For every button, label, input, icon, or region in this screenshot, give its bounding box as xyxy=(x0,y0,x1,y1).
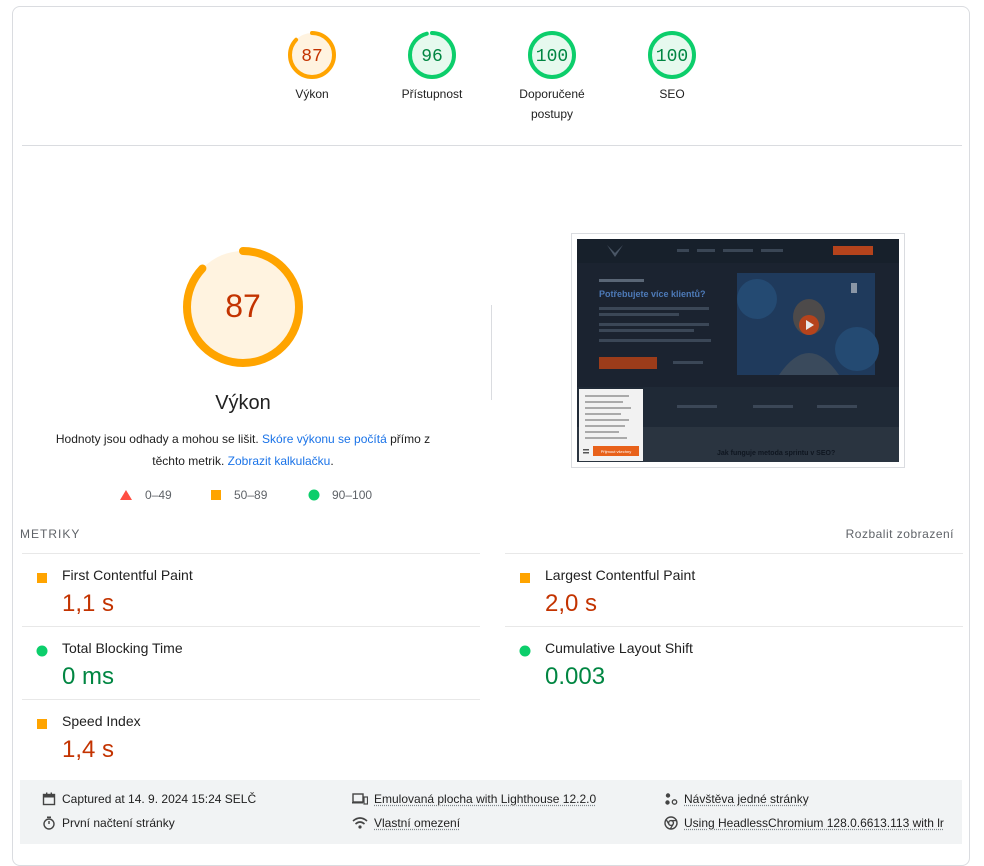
stopwatch-icon xyxy=(43,816,55,830)
category-gauge-performance[interactable]: 87 Výkon xyxy=(252,30,372,104)
performance-gauge-score: 87 xyxy=(225,288,261,324)
square-icon xyxy=(519,571,531,589)
legend-fail-label: 0–49 xyxy=(145,488,172,502)
expand-view-toggle[interactable]: Rozbalit zobrazení xyxy=(846,527,954,541)
network-throttling[interactable]: Vlastní omezení xyxy=(352,816,460,830)
network-throttling-text: Vlastní omezení xyxy=(374,816,461,830)
single-visit[interactable]: Návštěva jedné stránky xyxy=(664,792,809,806)
category-gauge-label: Přístupnost xyxy=(401,87,463,101)
legend-pass-label: 90–100 xyxy=(332,488,373,502)
metric-value: 1,4 s xyxy=(62,736,115,763)
metric-largest-contentful-paint[interactable]: Largest Contentful Paint 2,0 s xyxy=(505,553,963,627)
emulated-device[interactable]: Emulovaná plocha with Lighthouse 12.2.0 xyxy=(352,792,596,806)
triangle-icon xyxy=(120,490,132,500)
metric-name: Speed Index xyxy=(62,713,141,729)
screenshot-bottom-text: Jak funguje metoda sprintu v SEO? xyxy=(717,450,835,457)
performance-gauge[interactable]: 87 xyxy=(180,244,306,370)
category-gauge-label: Doporučené postupy xyxy=(519,87,585,121)
description-text-3: . xyxy=(330,454,334,468)
category-gauge-score: 100 xyxy=(536,47,568,67)
metric-speed-index[interactable]: Speed Index 1,4 s xyxy=(22,699,480,773)
category-gauge-ring: 87 xyxy=(288,31,336,79)
circle-icon xyxy=(36,644,48,662)
circle-icon xyxy=(308,489,320,501)
category-gauge-ring: 96 xyxy=(408,31,456,79)
category-gauge-ring: 100 xyxy=(528,31,576,79)
metric-cumulative-layout-shift[interactable]: Cumulative Layout Shift 0.003 xyxy=(505,626,963,700)
section-separator xyxy=(491,305,492,400)
nodes-icon xyxy=(665,793,678,805)
legend-average-label: 50–89 xyxy=(234,488,268,502)
legend-fail: 0–49 xyxy=(119,488,172,502)
category-gauge-score: 87 xyxy=(301,47,323,67)
metric-value: 0 ms xyxy=(62,663,115,690)
metric-name: Largest Contentful Paint xyxy=(545,567,696,583)
metric-total-blocking-time[interactable]: Total Blocking Time 0 ms xyxy=(22,626,480,700)
square-icon xyxy=(36,717,48,735)
legend-pass: 90–100 xyxy=(308,488,372,502)
page-screenshot[interactable]: Potřebujete více klientů? Jak funguje me… xyxy=(571,233,905,468)
single-visit-text: Návštěva jedné stránky xyxy=(684,792,809,806)
chrome-icon xyxy=(664,816,678,830)
category-gauge-score: 96 xyxy=(421,47,443,67)
performance-title: Výkon xyxy=(215,392,271,414)
metric-name: Cumulative Layout Shift xyxy=(545,640,693,656)
emulated-device-text: Emulovaná plocha with Lighthouse 12.2.0 xyxy=(374,792,597,806)
screenshot-image: Potřebujete více klientů? Jak funguje me… xyxy=(577,239,899,462)
metric-value: 2,0 s xyxy=(545,590,598,617)
captured-at-text: Captured at 14. 9. 2024 15:24 SELČ xyxy=(62,792,257,806)
metric-first-contentful-paint[interactable]: First Contentful Paint 1,1 s xyxy=(22,553,480,627)
metric-name: First Contentful Paint xyxy=(62,567,193,583)
first-load: První načtení stránky xyxy=(42,816,175,830)
screenshot-cookie-button: Přijmout všechny xyxy=(601,449,631,454)
score-calculation-link[interactable]: Skóre výkonu se počítá xyxy=(262,432,387,446)
metric-value: 1,1 s xyxy=(62,590,115,617)
category-gauge-accessibility[interactable]: 96 Přístupnost xyxy=(372,30,492,104)
metric-name: Total Blocking Time xyxy=(62,640,183,656)
performance-description: Hodnoty jsou odhady a mohou se lišit. Sk… xyxy=(50,428,436,472)
description-text-1: Hodnoty jsou odhady a mohou se lišit. xyxy=(55,432,263,446)
calculator-link[interactable]: Zobrazit kalkulačku xyxy=(228,454,331,468)
devices-icon xyxy=(352,793,368,805)
gauges-divider xyxy=(22,145,962,146)
screenshot-drawing: Potřebujete více klientů? Jak funguje me… xyxy=(577,239,899,462)
first-load-text: První načtení stránky xyxy=(62,816,175,830)
browser-info-text: Using HeadlessChromium 128.0.6613.113 wi… xyxy=(684,816,944,830)
calendar-icon xyxy=(42,792,56,806)
category-gauge-ring: 100 xyxy=(648,31,696,79)
browser-info[interactable]: Using HeadlessChromium 128.0.6613.113 wi… xyxy=(664,816,944,830)
category-gauge-label: Výkon xyxy=(295,87,329,101)
metrics-header: METRIKY xyxy=(20,527,81,541)
circle-icon xyxy=(519,644,531,662)
metric-value: 0.003 xyxy=(545,663,606,690)
runtime-settings: Captured at 14. 9. 2024 15:24 SELČ První… xyxy=(20,780,962,844)
wifi-icon xyxy=(352,817,368,829)
category-gauge-label: SEO xyxy=(659,87,685,101)
square-icon xyxy=(211,490,221,500)
category-gauge-best-practices[interactable]: 100 Doporučené postupy xyxy=(492,30,612,124)
category-gauge-score: 100 xyxy=(656,47,688,67)
captured-at: Captured at 14. 9. 2024 15:24 SELČ xyxy=(42,792,256,806)
legend-average: 50–89 xyxy=(210,488,267,502)
category-gauge-seo[interactable]: 100 SEO xyxy=(612,30,732,104)
square-icon xyxy=(36,571,48,589)
screenshot-headline: Potřebujete více klientů? xyxy=(599,289,706,299)
